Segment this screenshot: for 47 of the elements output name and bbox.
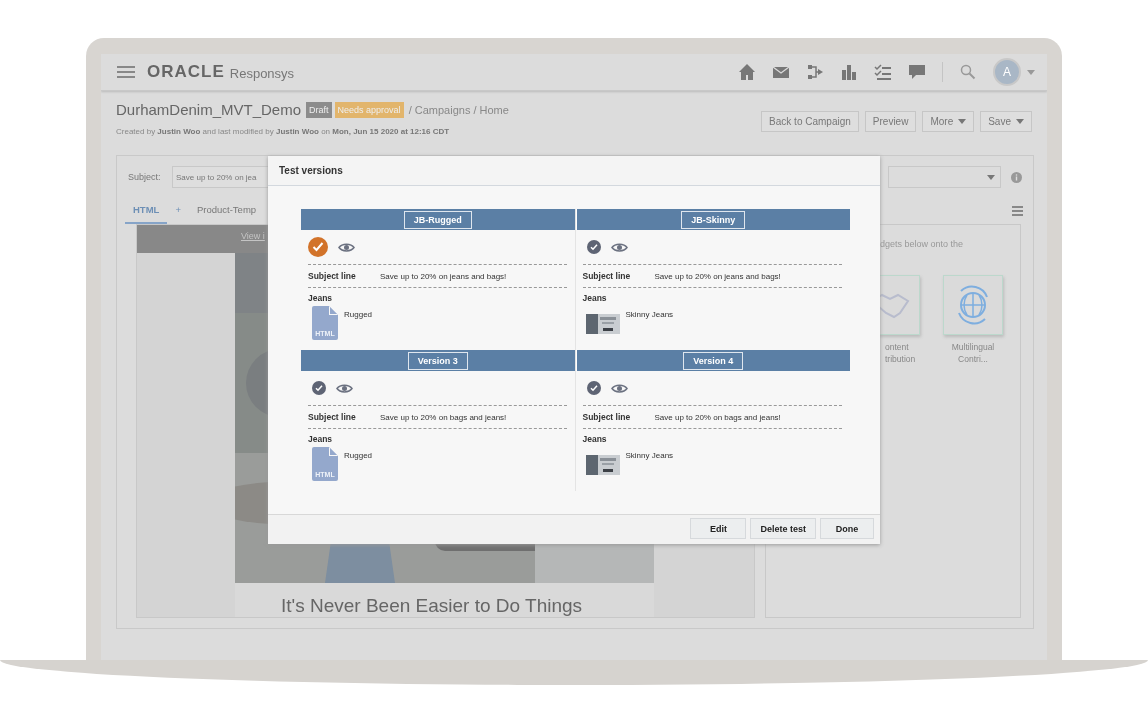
version-name: JB-Skinny xyxy=(681,210,746,229)
version-name: JB-Rugged xyxy=(403,210,472,229)
caret-icon xyxy=(958,119,967,124)
subject-text: Save up to 20% on bags and jeans! xyxy=(654,412,781,422)
avatar[interactable]: A xyxy=(993,58,1021,86)
tab[interactable]: + xyxy=(167,204,189,224)
checklist-icon[interactable] xyxy=(874,63,892,81)
status-badge: Needs approval xyxy=(334,101,404,118)
dialog-title: Test versions xyxy=(279,165,343,176)
check-circle-icon[interactable] xyxy=(308,237,328,257)
action-button[interactable]: Save xyxy=(980,111,1032,132)
home-icon[interactable] xyxy=(738,63,756,81)
chat-bubble-icon[interactable] xyxy=(908,63,926,81)
flow-icon[interactable] xyxy=(806,63,824,81)
list-icon[interactable] xyxy=(1012,206,1023,216)
version-name: Version 4 xyxy=(683,351,744,370)
brand-logo: ORACLE xyxy=(147,62,225,82)
subject-text: Save up to 20% on jeans and bags! xyxy=(654,271,781,281)
dropdown-field[interactable] xyxy=(888,166,1001,188)
widget-label: Multilingual Contri... xyxy=(951,341,995,365)
dialog-button[interactable]: Delete test xyxy=(750,518,816,539)
modified-info: Created by Justin Woo and last modified by Justin Woo on Mon, Jun 15 2020 at 12:16 CDT xyxy=(116,127,451,136)
status-badge: Draft xyxy=(306,101,332,118)
caret-icon xyxy=(1016,119,1024,124)
caret-icon[interactable] xyxy=(987,174,995,180)
action-button[interactable]: More xyxy=(922,111,975,132)
tab[interactable]: Product-Temp xyxy=(188,204,265,224)
check-circle-icon[interactable] xyxy=(586,240,601,254)
eye-icon[interactable] xyxy=(610,241,628,253)
dialog-button[interactable]: Edit xyxy=(690,518,747,539)
breadcrumb[interactable]: / Campaigns / Home xyxy=(408,103,509,116)
info-icon[interactable] xyxy=(1011,171,1022,183)
hint-text: dgets below onto the xyxy=(880,239,964,249)
product-name: Responsys xyxy=(229,66,295,81)
campaign-name: DurhamDenim_MVT_Demo xyxy=(116,101,302,118)
email-headline: It's Never Been Easier to Do Things xyxy=(280,594,584,617)
widget-label: ontent tribution xyxy=(884,341,916,365)
bar-chart-icon[interactable] xyxy=(840,63,858,81)
subject-label: Subject: xyxy=(128,172,162,182)
search-icon[interactable] xyxy=(959,63,977,81)
menu-icon[interactable] xyxy=(117,66,135,78)
action-button[interactable]: Back to Campaign xyxy=(761,111,859,132)
eye-icon[interactable] xyxy=(338,241,355,253)
widget-tile[interactable] xyxy=(943,275,1003,335)
caret-icon[interactable] xyxy=(1027,69,1035,75)
action-button[interactable]: Preview xyxy=(864,111,917,132)
dialog-button[interactable]: Done xyxy=(820,518,874,539)
